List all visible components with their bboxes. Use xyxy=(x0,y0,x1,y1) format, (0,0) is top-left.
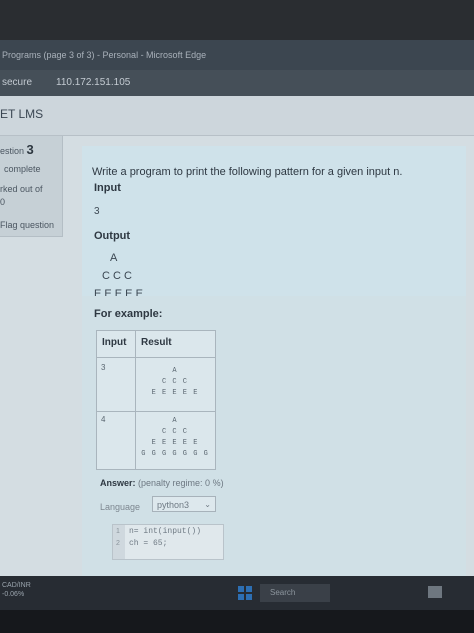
output-pattern-line: A xyxy=(110,252,118,264)
line-number: 1 xyxy=(116,528,120,535)
example-result-line: C C C xyxy=(161,428,188,436)
question-marks-value: 0 xyxy=(0,197,6,207)
windows-start-icon[interactable] xyxy=(238,586,252,600)
table-divider xyxy=(135,331,136,469)
address-bar[interactable]: secure 110.172.151.105 xyxy=(0,70,474,96)
stock-widget-change: -0.06% xyxy=(2,591,25,598)
question-statement: Write a program to print the following p… xyxy=(92,166,403,178)
security-indicator[interactable]: secure xyxy=(2,70,32,96)
question-info-box: estion 3 complete rked out of 0 Flag que… xyxy=(0,136,63,237)
output-pattern-line: C C C xyxy=(102,270,132,282)
language-select[interactable]: python3 ⌄ xyxy=(152,496,216,512)
input-value: 3 xyxy=(94,206,100,217)
example-result-line: A xyxy=(172,417,178,425)
monitor-bezel-top xyxy=(0,0,474,40)
example-table: Input Result 3 A C C C E E E E E 4 A C C… xyxy=(96,330,216,470)
window-title: Programs (page 3 of 3) - Personal - Micr… xyxy=(2,50,207,60)
for-example-heading: For example: xyxy=(94,308,163,320)
language-label: Language xyxy=(100,502,141,512)
site-header: ET LMS xyxy=(0,96,474,136)
example-result-line: G G G G G G G xyxy=(141,450,209,458)
example-result-line: C C C xyxy=(161,378,188,386)
example-input-cell: 3 xyxy=(101,363,106,372)
question-text-panel: Write a program to print the following p… xyxy=(82,146,466,300)
chevron-down-icon: ⌄ xyxy=(204,500,211,509)
example-result-line: E E E E E xyxy=(151,439,199,447)
taskbar-search[interactable]: Search xyxy=(260,584,330,602)
question-marks: rked out of xyxy=(0,184,43,194)
answer-label: Answer: xyxy=(100,478,136,488)
windows-taskbar: CAD/INR -0.06% Search xyxy=(0,576,474,610)
question-number-prefix: estion xyxy=(0,146,25,156)
site-brand[interactable]: ET LMS xyxy=(0,107,43,121)
example-input-cell: 4 xyxy=(101,415,106,424)
example-result-line: A xyxy=(172,367,178,375)
window-title-bar: Programs (page 3 of 3) - Personal - Micr… xyxy=(0,40,474,70)
question-lower-panel: For example: Input Result 3 A C C C E E … xyxy=(82,296,466,576)
example-table-header: Input Result xyxy=(97,331,215,358)
stock-widget-symbol: CAD/INR xyxy=(2,582,31,589)
question-state: complete xyxy=(4,164,41,174)
code-editor[interactable]: 1 n= int(input()) 2 ch = 65; xyxy=(112,524,224,560)
flag-question-link[interactable]: Flag question xyxy=(0,220,54,230)
penalty-regime: (penalty regime: 0 %) xyxy=(138,478,224,488)
language-select-value: python3 xyxy=(157,500,190,510)
question-number: estion 3 xyxy=(0,142,34,157)
question-number-value: 3 xyxy=(26,142,34,157)
column-header-input: Input xyxy=(102,337,127,348)
monitor-bezel-bottom xyxy=(0,610,474,633)
url-text[interactable]: 110.172.151.105 xyxy=(56,70,130,96)
main-content: estion 3 complete rked out of 0 Flag que… xyxy=(0,136,474,576)
column-header-result: Result xyxy=(141,337,172,348)
stock-widget[interactable]: CAD/INR -0.06% xyxy=(2,581,31,599)
input-heading: Input xyxy=(94,182,121,194)
system-tray-icon[interactable] xyxy=(428,586,442,598)
example-result-line: E E E E E xyxy=(151,389,199,397)
output-heading: Output xyxy=(94,230,131,242)
line-number: 2 xyxy=(116,540,120,547)
code-line[interactable]: ch = 65; xyxy=(129,539,167,548)
answer-heading: Answer: (penalty regime: 0 %) xyxy=(100,478,224,488)
code-line[interactable]: n= int(input()) xyxy=(129,527,201,536)
table-divider xyxy=(97,411,215,412)
